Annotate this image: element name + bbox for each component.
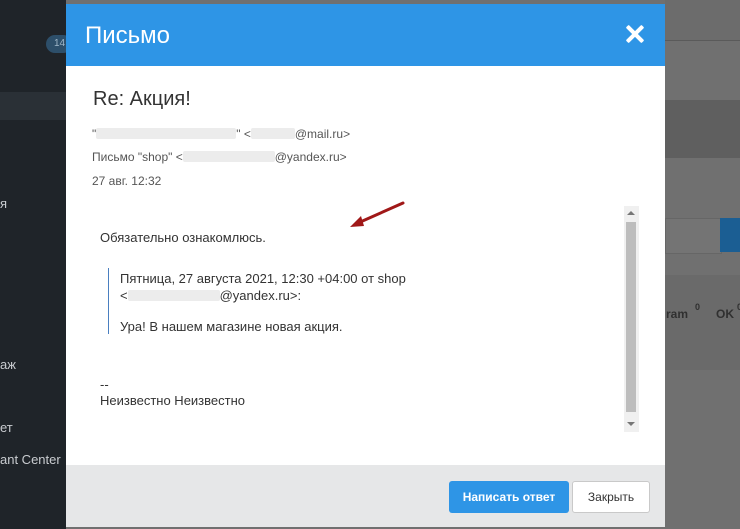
letter-body: Обязательно ознакомлюсь. Пятница, 27 авг…	[93, 204, 639, 432]
modal-header: Письмо	[66, 4, 665, 66]
redacted-email	[250, 128, 295, 139]
sidebar-fragment-1: я	[0, 196, 8, 211]
quote-email-prefix: <	[120, 288, 128, 303]
modal-title: Письмо	[85, 22, 171, 49]
reply-text: Обязательно ознакомлюсь.	[100, 230, 266, 245]
quote-email: < @yandex.ru>:	[120, 288, 301, 303]
letter-date: 27 авг. 12:32	[92, 174, 162, 188]
annotation-arrow-icon	[350, 201, 405, 227]
close-button[interactable]: Закрыть	[572, 481, 650, 513]
scroll-thumb[interactable]	[626, 222, 636, 412]
sidebar-active-item	[0, 92, 66, 120]
letter-from: " " < @mail.ru>	[92, 127, 350, 141]
scroll-down-icon[interactable]	[627, 422, 635, 426]
body-scrollbar[interactable]	[624, 206, 639, 432]
to-suffix: @yandex.ru>	[274, 150, 347, 164]
app-input-fragment	[665, 218, 722, 254]
sidebar-fragment-4: ant Center	[0, 452, 61, 467]
signature-dash: --	[100, 377, 109, 392]
app-text-fragment-1: ram	[666, 307, 689, 321]
close-icon[interactable]	[622, 22, 648, 48]
from-suffix: @mail.ru>	[294, 127, 351, 141]
modal-footer: Написать ответ Закрыть	[66, 465, 665, 527]
app-panel-fragment	[665, 275, 740, 370]
app-sidebar-background	[0, 0, 66, 529]
redacted-email	[127, 290, 220, 301]
scroll-up-icon[interactable]	[627, 211, 635, 215]
redacted-name	[96, 128, 237, 139]
to-prefix: Письмо "shop" <	[92, 150, 183, 164]
letter-subject: Re: Акция!	[93, 88, 191, 110]
quote-email-suffix: @yandex.ru>:	[219, 288, 302, 303]
letter-modal: Письмо Re: Акция! " " < @mail.ru> Письмо "…	[66, 4, 665, 527]
quote-text: Ура! В нашем магазине новая акция.	[120, 319, 343, 334]
app-strip-fragment	[665, 100, 740, 158]
app-button-fragment	[720, 218, 740, 252]
redacted-email	[182, 151, 275, 162]
sidebar-fragment-3: ет	[0, 420, 13, 435]
app-topbar-fragment	[665, 0, 740, 41]
from-mid: " <	[236, 127, 251, 141]
signature-name: Неизвестно Неизвестно	[100, 393, 245, 408]
app-text-fragment-2: 0	[695, 302, 701, 312]
sidebar-fragment-2: аж	[0, 357, 16, 372]
letter-to: Письмо "shop" < @yandex.ru>	[92, 150, 347, 164]
quote-bar	[108, 268, 109, 334]
reply-button[interactable]: Написать ответ	[449, 481, 569, 513]
app-text-fragment-3: OK	[716, 307, 734, 321]
quote-header: Пятница, 27 августа 2021, 12:30 +04:00 о…	[120, 271, 406, 286]
